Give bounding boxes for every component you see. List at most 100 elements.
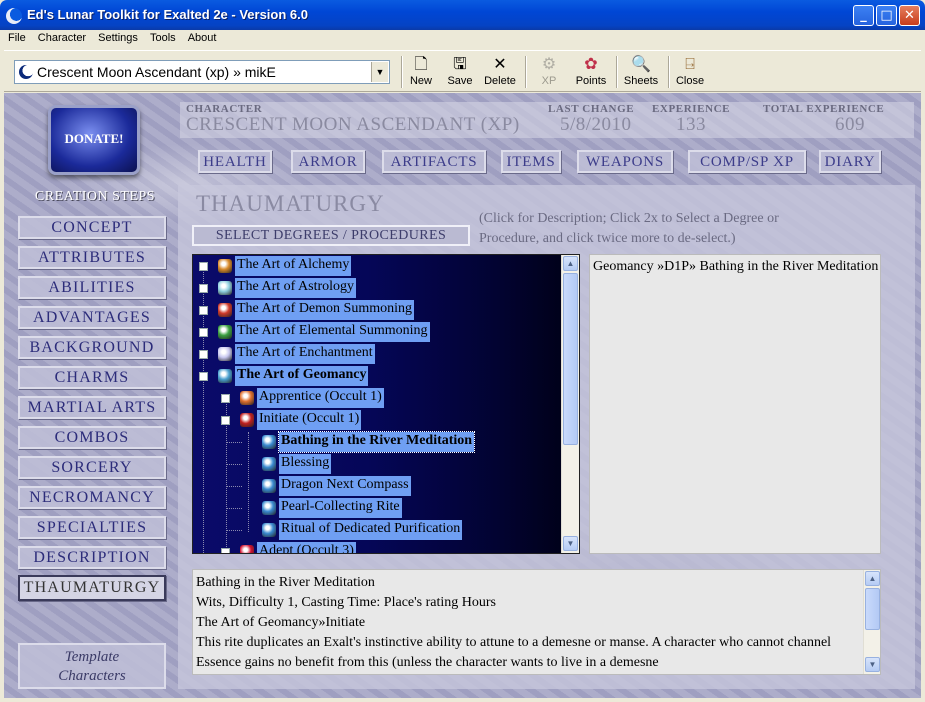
procedure-gem-icon bbox=[262, 457, 276, 471]
tree-procedure-node[interactable]: Bathing in the River Meditation bbox=[193, 431, 559, 453]
description-path: The Art of Geomancy»Initiate bbox=[196, 615, 366, 630]
menu-settings[interactable]: Settings bbox=[94, 30, 143, 44]
step-advantages[interactable]: ADVANTAGES bbox=[18, 306, 166, 329]
selected-procedure-item[interactable]: Geomancy »D1P» Bathing in the River Medi… bbox=[593, 259, 878, 275]
chevron-down-icon[interactable]: ▼ bbox=[371, 62, 388, 82]
tree-node-label: Apprentice (Occult 1) bbox=[257, 388, 384, 408]
tree-art-node[interactable]: The Art of Geomancy bbox=[193, 366, 559, 387]
thaumaturgy-tree[interactable]: The Art of Alchemy The Art of Astrology Th… bbox=[192, 254, 580, 554]
close-window-button[interactable]: ✕ bbox=[899, 5, 920, 26]
window-title: Ed's Lunar Toolkit for Exalted 2e - Vers… bbox=[27, 7, 308, 22]
tree-node-label: Blessing bbox=[279, 454, 332, 474]
step-specialties[interactable]: SPECIALTIES bbox=[18, 516, 166, 539]
toolbar-separator bbox=[668, 56, 670, 88]
tab-artifacts[interactable]: ARTIFACTS bbox=[382, 150, 486, 173]
enchantment-gem-icon bbox=[218, 347, 232, 361]
expand-toggle-icon[interactable] bbox=[221, 548, 230, 553]
menu-about[interactable]: About bbox=[184, 30, 222, 44]
select-degrees-button[interactable]: SELECT DEGREES / PROCEDURES bbox=[192, 225, 470, 246]
thaumaturgy-panel: THAUMATURGY SELECT DEGREES / PROCEDURES … bbox=[178, 185, 915, 689]
step-abilities[interactable]: ABILITIES bbox=[18, 276, 166, 299]
sheets-magnifier-icon: 🔍 bbox=[631, 56, 651, 73]
step-martial-arts[interactable]: MARTIAL ARTS bbox=[18, 396, 166, 419]
tree-procedure-node[interactable]: Blessing bbox=[193, 454, 559, 475]
tree-node-label: The Art of Enchantment bbox=[235, 344, 375, 364]
step-charms[interactable]: CHARMS bbox=[18, 366, 166, 389]
tab-comp-sp-xp[interactable]: COMP/SP XP bbox=[688, 150, 806, 173]
tree-degree-node[interactable]: Initiate (Occult 1) bbox=[193, 410, 559, 431]
delete-button-label: Delete bbox=[484, 75, 516, 87]
tab-weapons[interactable]: WEAPONS bbox=[577, 150, 673, 173]
step-sorcery[interactable]: SORCERY bbox=[18, 456, 166, 479]
close-button[interactable]: ⍈ Close bbox=[674, 55, 706, 91]
menu-tools[interactable]: Tools bbox=[146, 30, 181, 44]
save-button[interactable]: 🖫 Save bbox=[445, 55, 475, 91]
tree-degree-node[interactable]: Apprentice (Occult 1) bbox=[193, 388, 559, 409]
tree-degree-node[interactable]: Adept (Occult 3) bbox=[193, 542, 559, 553]
tree-art-node[interactable]: The Art of Elemental Summoning bbox=[193, 322, 559, 343]
expand-toggle-icon[interactable] bbox=[199, 284, 208, 293]
points-button[interactable]: ✿ Points bbox=[573, 55, 609, 91]
last-change-value: 5/8/2010 bbox=[560, 114, 632, 135]
toolbar-separator bbox=[401, 56, 403, 88]
description-scrollbar[interactable]: ▲ ▼ bbox=[863, 570, 880, 674]
menu-character[interactable]: Character bbox=[34, 30, 91, 44]
scroll-down-icon[interactable]: ▼ bbox=[563, 536, 578, 551]
tree-node-label: The Art of Elemental Summoning bbox=[235, 322, 430, 342]
main-area: DONATE! CREATION STEPS CONCEPT ATTRIBUTE… bbox=[4, 93, 921, 698]
character-select[interactable]: Crescent Moon Ascendant (xp) » mikE ▼ bbox=[14, 60, 390, 84]
minimize-button[interactable]: _ bbox=[853, 5, 874, 26]
elemental-gem-icon bbox=[218, 325, 232, 339]
template-characters-button[interactable]: Template Characters bbox=[18, 643, 166, 689]
tree-scrollbar[interactable]: ▲ ▼ bbox=[561, 255, 579, 553]
donate-button[interactable]: DONATE! bbox=[48, 105, 140, 175]
scroll-up-icon[interactable]: ▲ bbox=[563, 256, 578, 271]
tree-node-label: Adept (Occult 3) bbox=[257, 542, 356, 553]
tree-art-node[interactable]: The Art of Demon Summoning bbox=[193, 300, 559, 321]
new-button[interactable]: 🗋 New bbox=[406, 55, 436, 91]
delete-x-icon: ✕ bbox=[493, 56, 507, 73]
tab-items[interactable]: ITEMS bbox=[501, 150, 561, 173]
expand-toggle-icon[interactable] bbox=[221, 416, 230, 425]
expand-toggle-icon[interactable] bbox=[199, 262, 208, 271]
tab-health[interactable]: HEALTH bbox=[198, 150, 272, 173]
expand-toggle-icon[interactable] bbox=[199, 306, 208, 315]
tree-procedure-node[interactable]: Dragon Next Compass bbox=[193, 476, 559, 497]
step-background[interactable]: BACKGROUND bbox=[18, 336, 166, 359]
delete-button[interactable]: ✕ Delete bbox=[482, 55, 518, 91]
menu-file[interactable]: File bbox=[4, 30, 31, 44]
tab-armor[interactable]: ARMOR bbox=[291, 150, 365, 173]
save-disk-icon: 🖫 bbox=[453, 56, 467, 73]
expand-toggle-icon[interactable] bbox=[199, 350, 208, 359]
menu-bar: File Character Settings Tools About bbox=[4, 30, 921, 50]
tree-scroll-thumb[interactable] bbox=[563, 273, 578, 445]
toolbar-separator bbox=[525, 56, 527, 88]
expand-toggle-icon[interactable] bbox=[199, 372, 208, 381]
scroll-up-icon[interactable]: ▲ bbox=[865, 571, 880, 586]
description-scroll-thumb[interactable] bbox=[865, 588, 880, 630]
tree-art-node[interactable]: The Art of Alchemy bbox=[193, 256, 559, 277]
sheets-button[interactable]: 🔍 Sheets bbox=[621, 55, 661, 91]
tree-procedure-node[interactable]: Ritual of Dedicated Purification bbox=[193, 520, 559, 541]
panel-title: THAUMATURGY bbox=[196, 191, 385, 216]
step-description[interactable]: DESCRIPTION bbox=[18, 546, 166, 569]
step-necromancy[interactable]: NECROMANCY bbox=[18, 486, 166, 509]
tree-branch-line bbox=[226, 486, 242, 487]
xp-button[interactable]: ⚙ XP bbox=[536, 55, 562, 91]
step-thaumaturgy[interactable]: THAUMATURGY bbox=[18, 575, 166, 601]
expand-toggle-icon[interactable] bbox=[199, 328, 208, 337]
tree-node-label: The Art of Demon Summoning bbox=[235, 300, 414, 320]
tree-art-node[interactable]: The Art of Astrology bbox=[193, 278, 559, 299]
procedure-gem-icon bbox=[262, 479, 276, 493]
scroll-down-icon[interactable]: ▼ bbox=[865, 657, 880, 672]
template-line1: Template bbox=[64, 649, 120, 665]
maximize-button[interactable]: □ bbox=[876, 5, 897, 26]
expand-toggle-icon[interactable] bbox=[221, 394, 230, 403]
step-attributes[interactable]: ATTRIBUTES bbox=[18, 246, 166, 269]
step-concept[interactable]: CONCEPT bbox=[18, 216, 166, 239]
step-combos[interactable]: COMBOS bbox=[18, 426, 166, 449]
selected-procedures-list[interactable]: Geomancy »D1P» Bathing in the River Medi… bbox=[589, 254, 881, 554]
tree-art-node[interactable]: The Art of Enchantment bbox=[193, 344, 559, 365]
tree-procedure-node[interactable]: Pearl-Collecting Rite bbox=[193, 498, 559, 519]
tab-diary[interactable]: DIARY bbox=[819, 150, 881, 173]
